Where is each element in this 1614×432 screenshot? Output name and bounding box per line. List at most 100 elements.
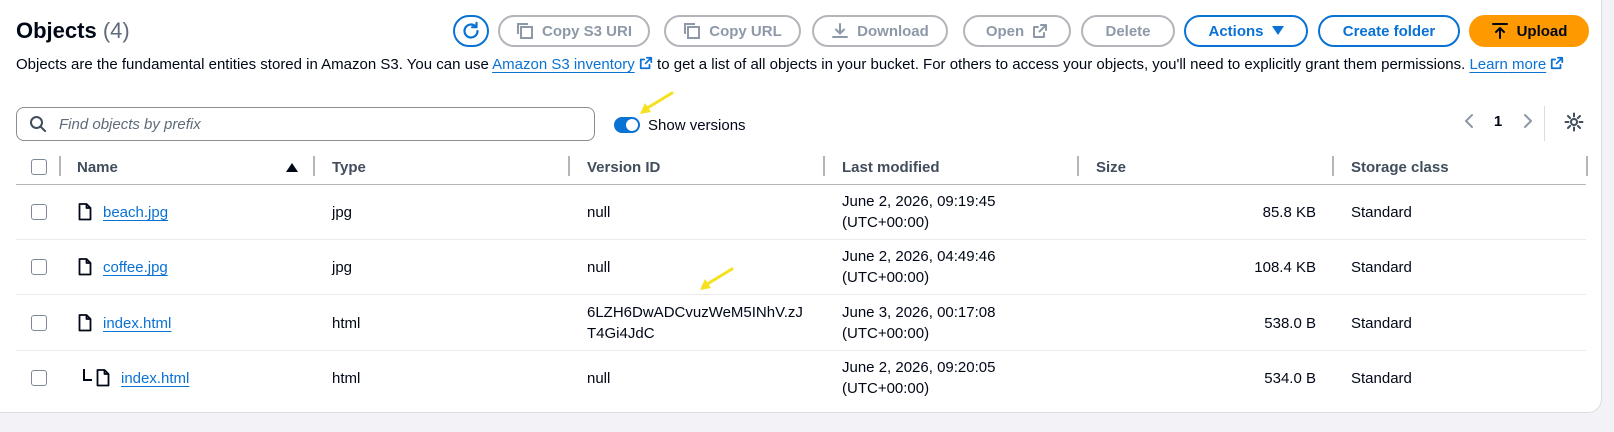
object-storage-class: Standard <box>1351 370 1412 387</box>
column-header-storage-class[interactable]: Storage class <box>1351 159 1449 176</box>
copy-icon <box>684 23 701 39</box>
caret-down-icon <box>1271 26 1284 35</box>
open-label: Open <box>985 22 1025 40</box>
object-version-id: null <box>587 204 611 221</box>
open-button[interactable]: Open <box>963 15 1071 47</box>
object-type: jpg <box>332 259 353 276</box>
column-separator[interactable] <box>1077 156 1079 176</box>
object-name-link[interactable]: coffee.jpg <box>103 259 168 276</box>
object-last-modified: June 3, 2026, 00:17:08 (UTC+00:00) <box>842 304 996 342</box>
refresh-icon <box>463 21 479 39</box>
file-icon <box>78 203 92 221</box>
row-divider <box>16 350 1586 351</box>
gear-icon <box>1564 112 1584 132</box>
row-checkbox[interactable] <box>31 315 47 331</box>
search-input[interactable] <box>57 114 581 134</box>
column-header-size[interactable]: Size <box>1096 159 1126 176</box>
object-storage-class: Standard <box>1351 259 1412 276</box>
external-link-icon <box>1033 24 1048 38</box>
row-checkbox[interactable] <box>31 204 47 220</box>
preferences-button[interactable] <box>1562 112 1586 132</box>
select-all-checkbox[interactable] <box>31 159 47 175</box>
object-storage-class: Standard <box>1351 315 1412 332</box>
row-checkbox[interactable] <box>31 259 47 275</box>
upload-icon <box>1491 23 1508 39</box>
external-link-icon <box>639 56 653 70</box>
table-header-divider <box>16 184 1586 185</box>
column-separator[interactable] <box>313 156 315 176</box>
column-header-version-id[interactable]: Version ID <box>587 159 660 176</box>
object-last-modified: June 2, 2026, 09:20:05 (UTC+00:00) <box>842 359 996 397</box>
search-icon <box>30 116 46 132</box>
pager-divider <box>1544 106 1545 141</box>
upload-button[interactable]: Upload <box>1469 15 1589 47</box>
download-label: Download <box>857 22 929 40</box>
learn-more-link[interactable]: Learn more <box>1469 56 1546 73</box>
row-divider <box>16 294 1586 295</box>
object-count: (4) <box>102 18 130 43</box>
object-storage-class: Standard <box>1351 204 1412 221</box>
file-icon <box>78 258 92 276</box>
copy-icon <box>516 23 533 39</box>
object-type: html <box>332 315 361 332</box>
current-page[interactable]: 1 <box>1488 113 1508 130</box>
search-box[interactable] <box>16 107 595 141</box>
object-name-link[interactable]: beach.jpg <box>103 204 168 221</box>
object-type: jpg <box>332 204 353 221</box>
previous-page-button[interactable] <box>1459 113 1479 129</box>
delete-button[interactable]: Delete <box>1081 15 1175 47</box>
page-title: Objects (4) <box>16 18 130 44</box>
object-type: html <box>332 370 361 387</box>
column-header-name[interactable]: Name <box>77 159 118 176</box>
object-size: 85.8 KB <box>1262 204 1316 221</box>
column-separator[interactable] <box>823 156 825 176</box>
chevron-right-icon <box>1524 114 1532 128</box>
actions-label: Actions <box>1208 22 1264 40</box>
object-version-id: null <box>587 259 611 276</box>
annotation-arrow-icon <box>700 267 734 290</box>
show-versions-toggle[interactable] <box>614 117 640 133</box>
download-button[interactable]: Download <box>812 15 948 47</box>
object-size: 534.0 B <box>1264 370 1316 387</box>
refresh-button[interactable] <box>453 15 489 47</box>
copy-s3-uri-button[interactable]: Copy S3 URI <box>498 15 650 47</box>
column-separator <box>59 156 61 176</box>
annotation-arrow-icon <box>640 91 674 114</box>
show-versions-label: Show versions <box>648 117 746 134</box>
file-icon <box>96 369 110 387</box>
object-size: 108.4 KB <box>1254 259 1316 276</box>
create-folder-label: Create folder <box>1342 22 1436 40</box>
column-separator[interactable] <box>1332 156 1334 176</box>
column-separator[interactable] <box>1586 156 1588 176</box>
object-version-id: null <box>587 370 611 387</box>
file-icon <box>78 314 92 332</box>
copy-url-button[interactable]: Copy URL <box>664 15 801 47</box>
sort-ascending-icon <box>286 163 298 172</box>
column-header-last-modified[interactable]: Last modified <box>842 159 940 176</box>
next-page-button[interactable] <box>1518 113 1538 129</box>
object-version-id: 6LZH6DwADCvuzWeM5INhV.zJ T4Gi4JdC <box>587 304 803 342</box>
object-last-modified: June 2, 2026, 04:49:46 (UTC+00:00) <box>842 248 996 286</box>
object-size: 538.0 B <box>1264 315 1316 332</box>
object-last-modified: June 2, 2026, 09:19:45 (UTC+00:00) <box>842 193 996 231</box>
objects-description: Objects are the fundamental entities sto… <box>16 54 1586 76</box>
external-link-icon <box>1551 56 1564 70</box>
column-separator[interactable] <box>568 156 570 176</box>
delete-label: Delete <box>1105 22 1151 40</box>
row-divider <box>16 239 1586 240</box>
copy-s3-uri-label: Copy S3 URI <box>541 22 632 40</box>
create-folder-button[interactable]: Create folder <box>1318 15 1460 47</box>
row-checkbox[interactable] <box>31 370 47 386</box>
s3-inventory-link[interactable]: Amazon S3 inventory <box>492 56 635 73</box>
version-branch-icon <box>83 369 92 381</box>
chevron-left-icon <box>1465 114 1473 128</box>
title-text: Objects <box>16 18 97 43</box>
copy-url-label: Copy URL <box>709 22 782 40</box>
actions-button[interactable]: Actions <box>1184 15 1308 47</box>
upload-label: Upload <box>1516 22 1568 40</box>
object-name-link[interactable]: index.html <box>103 315 171 332</box>
download-icon <box>832 23 849 38</box>
objects-panel: Objects (4) Copy S3 URI Copy URL Downloa… <box>0 0 1602 413</box>
column-header-type[interactable]: Type <box>332 159 366 176</box>
object-name-link[interactable]: index.html <box>121 370 189 387</box>
